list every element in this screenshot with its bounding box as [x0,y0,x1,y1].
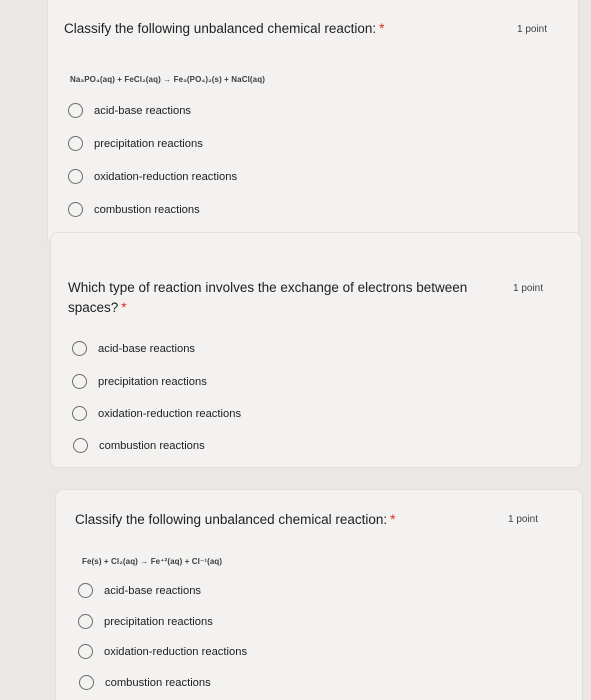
option-label: acid-base reactions [104,584,202,597]
option-label: combustion reactions [94,203,200,216]
radio-button[interactable] [78,614,93,629]
radio-button[interactable] [73,438,88,453]
option-label: oxidation-reduction reactions [104,645,248,658]
option-label: precipitation reactions [94,137,203,150]
option-combustion[interactable]: combustion reactions [73,438,205,453]
question-text: Classify the following unbalanced chemic… [75,512,388,527]
question-title: Classify the following unbalanced chemic… [64,19,384,39]
points-label: 1 point [517,24,548,35]
reaction-equation: Na₃PO₄(aq) + FeCl₂(aq) → Fe₃(PO₄)₂(s) + … [70,75,265,84]
option-label: acid-base reactions [98,342,196,355]
option-label: oxidation-reduction reactions [94,170,238,183]
question-title: Classify the following unbalanced chemic… [75,510,395,530]
radio-button[interactable] [68,136,83,151]
points-label: 1 point [508,514,539,525]
option-combustion[interactable]: combustion reactions [68,202,200,217]
radio-button[interactable] [72,406,87,421]
option-precipitation[interactable]: precipitation reactions [72,374,207,389]
option-oxidation-reduction[interactable]: oxidation-reduction reactions [72,406,241,421]
radio-button[interactable] [72,374,87,389]
option-label: precipitation reactions [98,375,207,388]
required-asterisk: * [121,300,127,315]
radio-button[interactable] [68,202,83,217]
radio-button[interactable] [78,644,93,659]
question-text-line-1: Which type of reaction involves the exch… [68,280,468,295]
question-card-1: Classify the following unbalanced chemic… [47,0,579,245]
radio-button[interactable] [72,341,87,356]
radio-button[interactable] [78,583,93,598]
option-label: combustion reactions [105,676,211,689]
option-oxidation-reduction[interactable]: oxidation-reduction reactions [68,169,237,184]
option-acid-base[interactable]: acid-base reactions [78,583,201,598]
option-precipitation[interactable]: precipitation reactions [68,136,203,151]
option-combustion[interactable]: combustion reactions [79,675,211,690]
option-precipitation[interactable]: precipitation reactions [78,614,213,629]
option-oxidation-reduction[interactable]: oxidation-reduction reactions [78,644,247,659]
option-label: precipitation reactions [104,615,213,628]
radio-button[interactable] [79,675,94,690]
option-label: acid-base reactions [94,104,192,117]
radio-button[interactable] [68,169,83,184]
option-acid-base[interactable]: acid-base reactions [68,103,191,118]
required-asterisk: * [390,512,396,527]
question-card-2: Which type of reaction involves the exch… [50,232,582,468]
question-title: Which type of reaction involves the exch… [68,278,467,318]
option-label: combustion reactions [99,439,205,452]
option-label: oxidation-reduction reactions [98,407,242,420]
required-asterisk: * [379,21,385,36]
points-label: 1 point [513,283,544,294]
radio-button[interactable] [68,103,83,118]
question-card-3: Classify the following unbalanced chemic… [55,489,583,700]
option-acid-base[interactable]: acid-base reactions [72,341,195,356]
reaction-equation: Fe(s) + Cl₂(aq) → Fe⁺²(aq) + Cl⁻¹(aq) [82,557,223,566]
question-text: Classify the following unbalanced chemic… [64,21,377,36]
question-text-line-2: spaces? [68,300,119,315]
